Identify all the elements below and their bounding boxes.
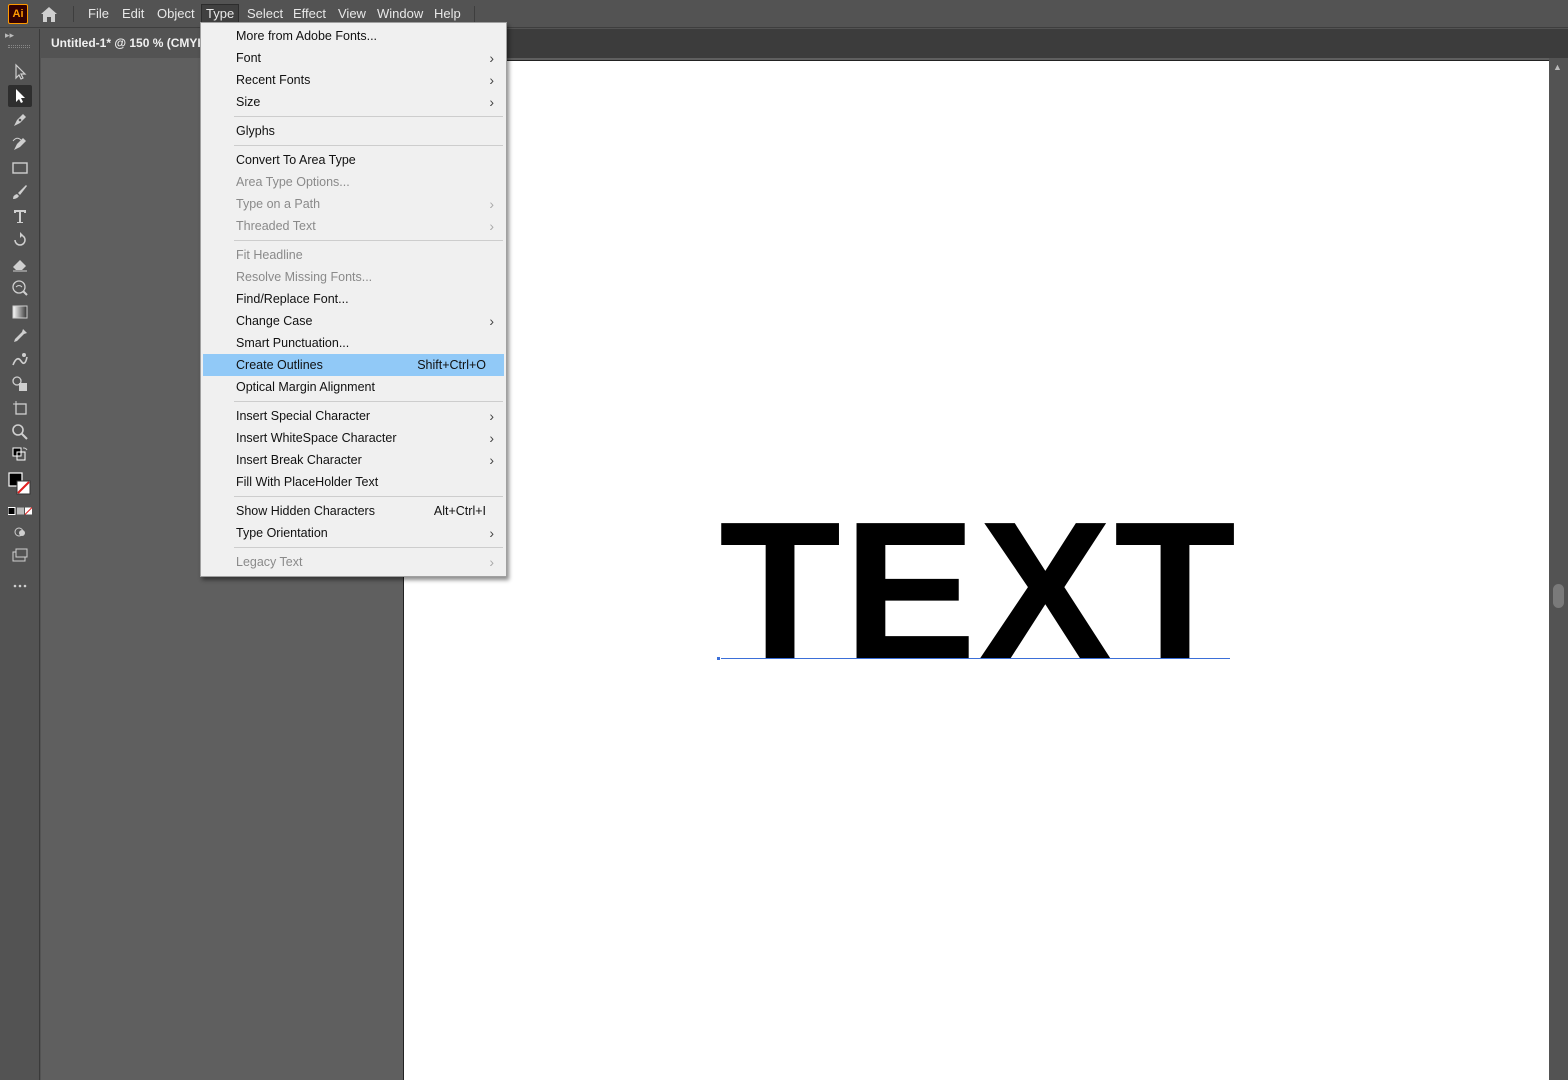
submenu-arrow-icon: › [489, 452, 494, 468]
curvature-tool-icon[interactable] [8, 133, 32, 155]
menu-item-insert-break-character[interactable]: Insert Break Character › [203, 449, 504, 471]
submenu-arrow-icon: › [489, 430, 494, 446]
scroll-up-arrow-icon[interactable]: ▲ [1553, 62, 1562, 72]
screen-mode-icon[interactable] [8, 545, 32, 567]
menu-item-legacy-text: Legacy Text › [203, 551, 504, 573]
warp-tool-icon[interactable] [8, 277, 32, 299]
menu-item-find-replace-font[interactable]: Find/Replace Font... [203, 288, 504, 310]
type-menu-dropdown: More from Adobe Fonts... Font › Recent Fo… [200, 22, 507, 577]
drawing-modes-icon[interactable] [8, 521, 32, 543]
menu-item-insert-whitespace-character[interactable]: Insert WhiteSpace Character › [203, 427, 504, 449]
pen-tool-icon[interactable] [8, 109, 32, 131]
artboard-text-object[interactable]: TEXT [719, 493, 1238, 689]
menu-separator [234, 547, 503, 548]
menu-file[interactable]: File [84, 4, 113, 23]
submenu-arrow-icon: › [489, 94, 494, 110]
eraser-tool-icon[interactable] [8, 253, 32, 275]
menu-object[interactable]: Object [153, 4, 199, 23]
type-tool-icon[interactable] [8, 205, 32, 227]
home-button[interactable] [38, 4, 60, 24]
submenu-arrow-icon: › [489, 408, 494, 424]
menu-item-change-case[interactable]: Change Case › [203, 310, 504, 332]
menu-item-resolve-missing-fonts: Resolve Missing Fonts... [236, 270, 373, 284]
menu-item-optical-margin-alignment[interactable]: Optical Margin Alignment [203, 376, 504, 398]
menu-item-convert-to-area-type[interactable]: Convert To Area Type [203, 149, 504, 171]
menu-view[interactable]: View [334, 4, 370, 23]
text-anchor-point[interactable] [716, 656, 721, 661]
zoom-tool-icon[interactable] [8, 421, 32, 443]
submenu-arrow-icon: › [489, 196, 494, 212]
submenu-arrow-icon: › [489, 525, 494, 541]
menu-type[interactable]: Type [201, 4, 240, 23]
paintbrush-tool-icon[interactable] [8, 181, 32, 203]
vertical-scrollbar[interactable]: ▲ [1549, 58, 1568, 1080]
menu-item-type-on-a-path: Type on a Path › [203, 193, 504, 215]
menu-separator [234, 496, 503, 497]
more-tools-icon[interactable] [8, 575, 32, 597]
menu-item-create-outlines[interactable]: Create Outlines Shift+Ctrl+O [203, 354, 504, 376]
menu-item-font[interactable]: Font › [203, 47, 504, 69]
document-tab[interactable]: Untitled-1* @ 150 % (CMYK/ [41, 29, 201, 58]
menu-item-size[interactable]: Size › [203, 91, 504, 113]
submenu-arrow-icon: › [489, 72, 494, 88]
submenu-arrow-icon: › [489, 50, 494, 66]
puppet-warp-tool-icon[interactable] [8, 349, 32, 371]
scrollbar-thumb[interactable] [1553, 584, 1564, 608]
menu-separator [234, 401, 503, 402]
menu-separator [73, 6, 74, 22]
menu-item-more-from-adobe-fonts[interactable]: More from Adobe Fonts... [203, 25, 504, 47]
rotate-tool-icon[interactable] [8, 229, 32, 251]
menu-separator [234, 240, 503, 241]
shortcut-label: Alt+Ctrl+I [433, 504, 486, 518]
menu-item-insert-special-character[interactable]: Insert Special Character › [203, 405, 504, 427]
selection-tool-icon[interactable] [8, 61, 32, 83]
menu-edit[interactable]: Edit [118, 4, 148, 23]
artboard[interactable]: TEXT [403, 60, 1549, 1080]
menu-item-smart-punctuation[interactable]: Smart Punctuation... [203, 332, 504, 354]
gradient-tool-icon[interactable] [8, 301, 32, 323]
illustrator-logo: Ai [8, 4, 28, 24]
collapse-panel-icon[interactable]: ▸▸ [5, 30, 14, 41]
rectangle-tool-icon[interactable] [8, 157, 32, 179]
color-mode-icons[interactable] [8, 503, 32, 519]
submenu-arrow-icon: › [489, 313, 494, 329]
artboard-tool-icon[interactable] [8, 397, 32, 419]
tools-panel: ▸▸ [0, 29, 40, 1080]
menu-select[interactable]: Select [243, 4, 287, 23]
menu-item-glyphs[interactable]: Glyphs [203, 120, 504, 142]
menu-window[interactable]: Window [373, 4, 427, 23]
default-fill-stroke-icon[interactable] [8, 447, 32, 463]
submenu-arrow-icon: › [489, 218, 494, 234]
menu-effect[interactable]: Effect [289, 4, 330, 23]
home-icon [41, 7, 57, 22]
panel-grip[interactable] [8, 45, 30, 48]
menu-separator [234, 116, 503, 117]
menu-item-area-type-options: Area Type Options... [236, 175, 350, 189]
menu-separator [474, 6, 475, 22]
shortcut-label: Shift+Ctrl+O [417, 358, 486, 372]
menu-item-fit-headline: Fit Headline [236, 248, 303, 262]
menu-help[interactable]: Help [430, 4, 465, 23]
fill-stroke-swatch[interactable] [8, 469, 32, 499]
menu-separator [234, 145, 503, 146]
shape-builder-tool-icon[interactable] [8, 373, 32, 395]
submenu-arrow-icon: › [489, 554, 494, 570]
menu-item-type-orientation[interactable]: Type Orientation › [203, 522, 504, 544]
menu-item-recent-fonts[interactable]: Recent Fonts › [203, 69, 504, 91]
menu-item-fill-with-placeholder-text[interactable]: Fill With PlaceHolder Text [203, 471, 504, 493]
direct-selection-tool-icon[interactable] [8, 85, 32, 107]
text-baseline [718, 658, 1230, 659]
eyedropper-tool-icon[interactable] [8, 325, 32, 347]
menu-item-show-hidden-characters[interactable]: Show Hidden Characters Alt+Ctrl+I [203, 500, 504, 522]
menu-item-threaded-text: Threaded Text › [203, 215, 504, 237]
